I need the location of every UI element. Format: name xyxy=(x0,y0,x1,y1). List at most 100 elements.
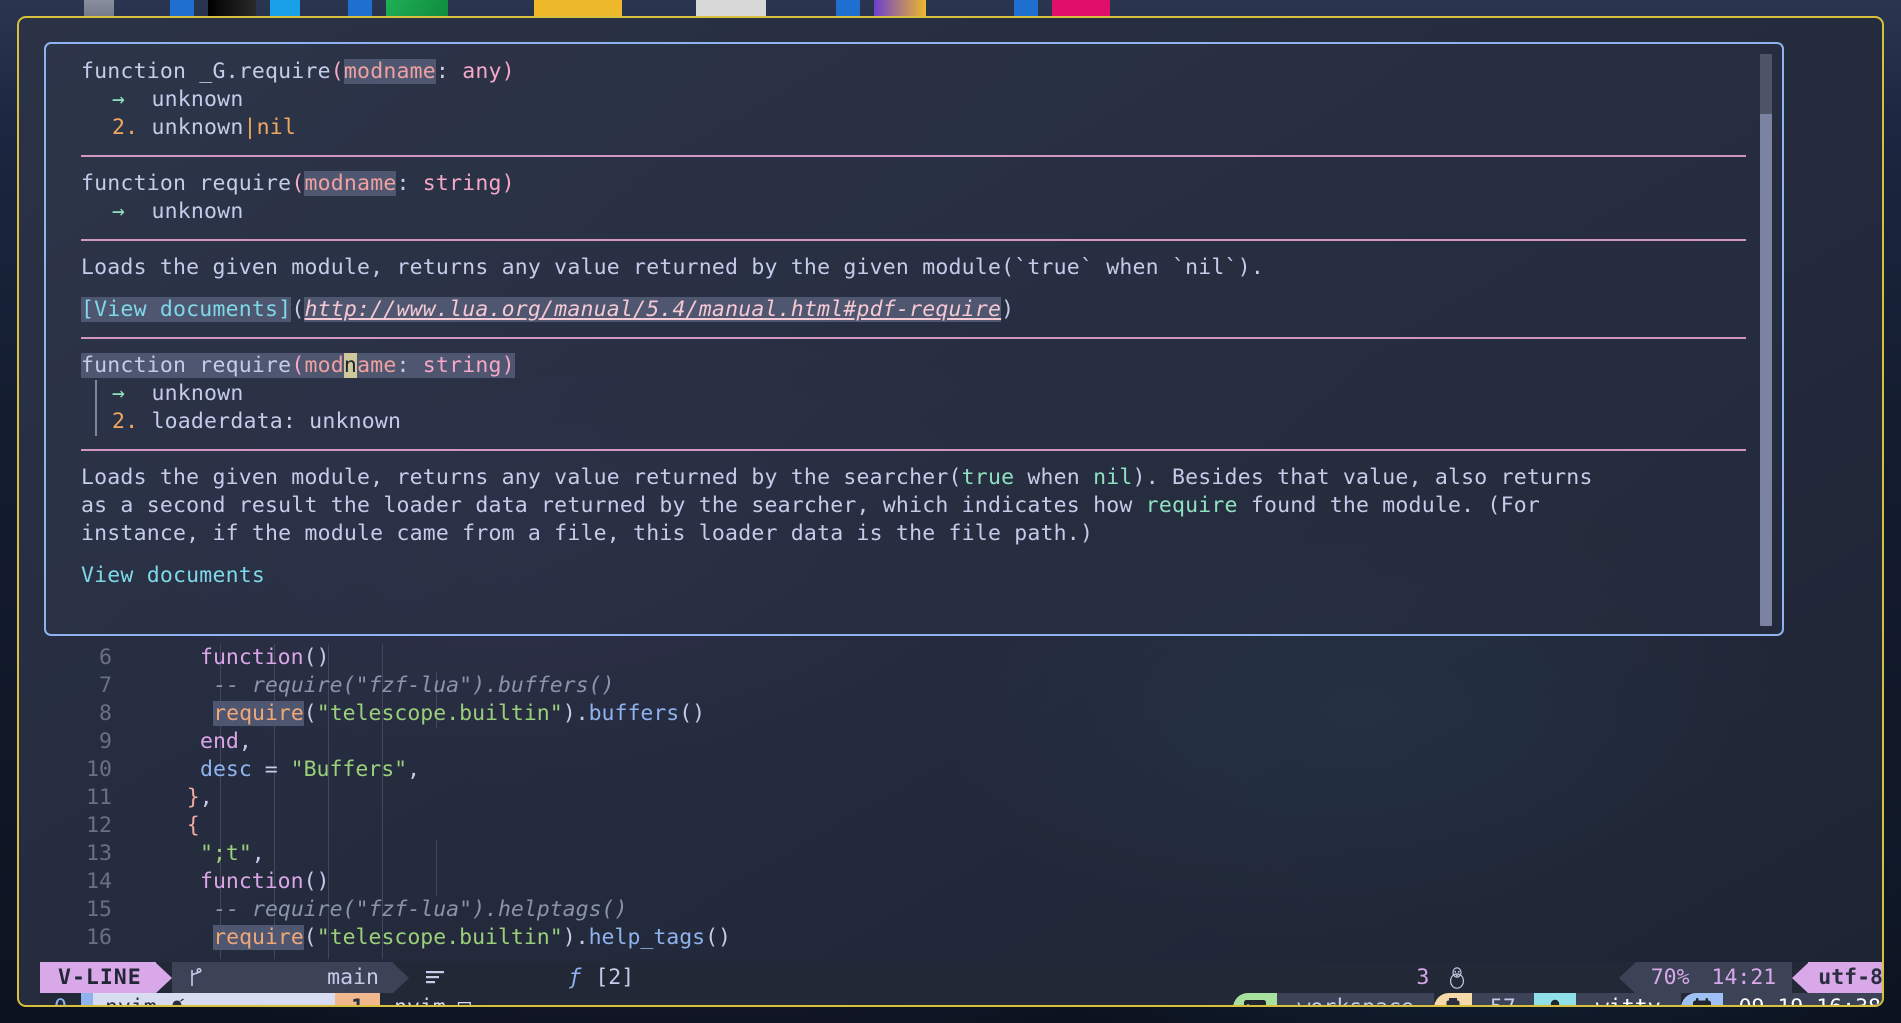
hover-signature-2: function require(modname: string) xyxy=(46,170,1782,198)
line-number: 11 xyxy=(86,785,112,810)
documentation-url[interactable]: http://www.lua.org/manual/5.4/manual.htm… xyxy=(304,297,1002,322)
battery-percent: 70% xyxy=(1650,965,1690,990)
nvim-statusline: V-LINE main ƒ [2] 3 70% 14:21 utf-8 xyxy=(40,962,1882,993)
code-token: function xyxy=(200,869,304,894)
code-line[interactable]: 6 function() xyxy=(44,644,1834,672)
code-token: { xyxy=(186,813,200,838)
hover-scrollbar-track[interactable] xyxy=(1760,54,1772,626)
code-line[interactable]: 10 desc = "Buffers", xyxy=(44,756,1834,784)
terminal-window[interactable]: function _G.require(modname: any) → unkn… xyxy=(19,18,1882,1005)
param-type: any xyxy=(462,59,502,84)
param-type: string xyxy=(422,171,502,196)
line-number: 10 xyxy=(86,757,112,782)
paren-open: ( xyxy=(291,353,305,378)
hover-divider xyxy=(81,239,1746,241)
return-type: unknown xyxy=(151,199,244,224)
code-require: require xyxy=(1145,493,1238,518)
sp xyxy=(125,381,151,406)
arrow-icon: → xyxy=(112,381,126,406)
line-number: 7 xyxy=(99,673,112,698)
sp xyxy=(138,409,151,434)
code-token: buffers xyxy=(588,701,680,726)
code-line[interactable]: 8 require("telescope.builtin").buffers() xyxy=(44,700,1834,728)
text-c: ). Besides that value, also returns xyxy=(1132,465,1593,490)
code-line[interactable]: 7 -- require("fzf-lua").buffers() xyxy=(44,672,1834,700)
line-number: 15 xyxy=(86,897,112,922)
code-token: } xyxy=(186,785,200,810)
code-token: () xyxy=(679,701,706,726)
fn-name: require xyxy=(199,353,292,378)
code-token: () xyxy=(303,869,330,894)
code-line[interactable]: 14 function() xyxy=(44,868,1834,896)
hover-scrollbar-thumb[interactable] xyxy=(1760,54,1772,114)
view-documents-link[interactable]: [View documents] xyxy=(81,297,292,322)
hover-plain-link[interactable]: View documents xyxy=(46,562,1782,590)
hover-link-line[interactable]: [View documents](http://www.lua.org/manu… xyxy=(46,296,1782,324)
line-number: 12 xyxy=(86,813,112,838)
paren-close: ) xyxy=(501,59,515,84)
param-modname: modname xyxy=(304,171,397,196)
code-token: ) xyxy=(562,701,576,726)
hover-paragraph-1: Loads the given module, returns any valu… xyxy=(81,255,1264,280)
return-type: unknown xyxy=(151,115,244,140)
kw-function: function xyxy=(81,353,200,378)
tmux-status-bar: 0 nvim − 1 nvim □ xyxy=(40,993,1882,1005)
code-line[interactable]: 13 ";t", xyxy=(44,840,1834,868)
code-token: , xyxy=(251,841,265,866)
status-mode: V-LINE xyxy=(40,962,156,993)
hover-return-2: 2. unknown|nil xyxy=(46,114,1782,142)
continuation-bar xyxy=(95,380,97,436)
bell-icon xyxy=(169,938,298,1005)
tmux-window-0[interactable]: nvim − xyxy=(92,993,336,1005)
line-number: 16 xyxy=(86,925,112,950)
lsp-hover-popup[interactable]: function _G.require(modname: any) → unkn… xyxy=(44,42,1784,636)
hover-content: function _G.require(modname: any) → unkn… xyxy=(46,44,1782,634)
code-line[interactable]: 11}, xyxy=(44,784,1834,812)
return-index: 2. xyxy=(112,115,139,140)
code-token: , xyxy=(407,757,421,782)
code-token: "telescope.builtin" xyxy=(316,701,563,726)
hover-paragraph-2-line3: instance, if the module came from a file… xyxy=(81,521,1094,546)
param-pre: mod xyxy=(304,353,344,378)
code-token: . xyxy=(575,701,589,726)
pipe: | xyxy=(243,115,257,140)
arrow-icon: → xyxy=(112,199,126,224)
function-icon: ƒ xyxy=(568,965,582,990)
tmux-datetime: 09-19 16:38 xyxy=(1722,993,1882,1005)
hover-paragraph-2-line2: as a second result the loader data retur… xyxy=(46,492,1782,520)
code-token: end xyxy=(200,729,239,754)
line-number: 8 xyxy=(99,701,112,726)
paren-open: ( xyxy=(291,297,305,322)
literal-true: true xyxy=(961,465,1015,490)
view-documents-text[interactable]: View documents xyxy=(81,563,265,588)
paren-close: ) xyxy=(501,171,515,196)
sp xyxy=(125,199,151,224)
tmux-workspace-name: workspace xyxy=(1277,993,1434,1005)
hover-return-3: → unknown xyxy=(46,198,1782,226)
text-b: when xyxy=(1014,465,1094,490)
code-text: function() xyxy=(112,644,329,672)
tmux-window-index-1[interactable]: 1 xyxy=(335,993,381,1005)
param-sep: : xyxy=(396,171,423,196)
return-value xyxy=(125,87,151,112)
code-token: require xyxy=(213,701,304,726)
battery-unknown-icon: ? xyxy=(1433,993,1472,1005)
text-a: Loads the given module, returns any valu… xyxy=(81,465,962,490)
code-line[interactable]: 12 { xyxy=(44,812,1834,840)
tmux-session-index[interactable]: 0 xyxy=(40,993,81,1005)
code-text: require("telescope.builtin").buffers() xyxy=(112,700,705,728)
tmux-window-1[interactable]: nvim □ xyxy=(380,993,485,1005)
param-type: string xyxy=(422,353,502,378)
kw-function: function xyxy=(81,59,200,84)
status-sysinfo: 70% 14:21 xyxy=(1634,962,1793,993)
code-line[interactable]: 9 end, xyxy=(44,728,1834,756)
line-number: 13 xyxy=(86,841,112,866)
arrow-icon: → xyxy=(112,87,126,112)
literal-nil: nil xyxy=(1093,465,1133,490)
text-a: as a second result the loader data retur… xyxy=(81,493,1146,518)
tmux-window-flag: − xyxy=(310,993,323,1005)
paren-open: ( xyxy=(330,59,344,84)
hover-return-4: → unknown xyxy=(46,380,1782,408)
return-index: 2. xyxy=(112,409,139,434)
desktop-screen: function _G.require(modname: any) → unkn… xyxy=(0,0,1901,1023)
